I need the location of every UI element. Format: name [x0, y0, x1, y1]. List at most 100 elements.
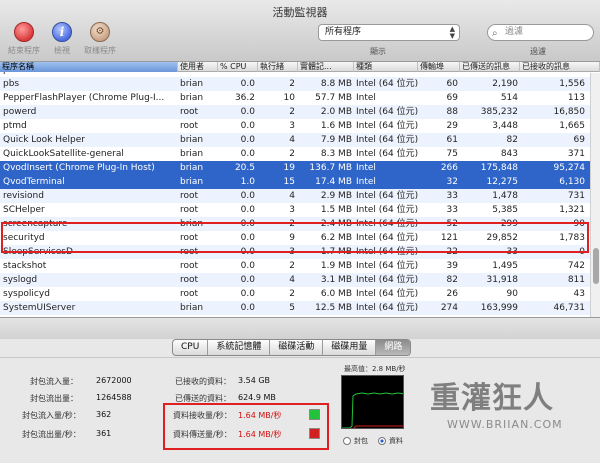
search-caption: 過濾: [530, 47, 546, 56]
data-recv-rate-value: 1.64 MB/秒: [238, 411, 282, 420]
cell-threads: 2: [289, 219, 295, 229]
cell-ports: 29: [446, 121, 458, 131]
table-row[interactable]: syslogd root 0.0 4 3.1 MB Intel (64 位元) 82 31,9…: [0, 273, 590, 287]
col-threads[interactable]: 執行緒: [258, 62, 298, 72]
sample-process-label: 取樣程序: [84, 46, 116, 55]
cell-real-memory: 1.5 MB: [320, 205, 352, 215]
cell-process-name: revisiond: [3, 191, 44, 201]
process-filter-select[interactable]: 所有程序 ▲ ▼: [318, 24, 460, 41]
cell-kind: Intel (64 位元): [356, 233, 418, 243]
cell-messages-sent: 1,478: [492, 191, 518, 201]
table-row[interactable]: QvodTerminal brian 1.0 15 17.4 MB Intel 32 12,2…: [0, 175, 590, 189]
cell-real-memory: 2.0 MB: [320, 107, 352, 117]
table-row[interactable]: SystemUIServer brian 0.0 5 12.5 MB Intel (64 …: [0, 301, 590, 315]
table-row[interactable]: SCHelper root 0.0 3 1.5 MB Intel (64 位元) 33 5,3…: [0, 203, 590, 217]
radio-data[interactable]: 資料: [378, 436, 403, 446]
table-row[interactable]: Quick Look Helper brian 0.0 4 7.9 MB Intel (6…: [0, 133, 590, 147]
cell-kind: Intel: [356, 93, 376, 103]
cell-ports: 274: [440, 303, 458, 313]
cell-messages-received: 1,783: [559, 233, 585, 243]
data-received-value: 3.54 GB: [238, 376, 271, 385]
col-real-memory[interactable]: 實體記...: [298, 62, 354, 72]
cell-ports: 82: [446, 275, 458, 285]
table-row[interactable]: revisiond root 0.0 4 2.9 MB Intel (64 位元) 33 1,…: [0, 189, 590, 203]
table-row[interactable]: pbs brian 0.0 2 8.8 MB Intel (64 位元) 60 2,190 1,…: [0, 77, 590, 91]
cell-user: brian: [180, 177, 204, 187]
toolbar: 活動監視器 結束程序 i 檢視 ⚙ 取樣程序 所有程序 ▲ ▼ 顯示 ⌕ 過濾 過…: [0, 0, 600, 62]
tab-disk-activity[interactable]: 磁碟活動: [270, 340, 324, 355]
cell-messages-received: 1,556: [559, 79, 585, 89]
cell-threads: 10: [283, 93, 295, 103]
cell-real-memory: 1.9 MB: [320, 261, 352, 271]
sent-color-swatch[interactable]: [309, 428, 320, 439]
cell-cpu: 0.0: [240, 149, 255, 159]
cell-process-name: securityd: [3, 233, 45, 243]
table-row[interactable]: screencapture brian 0.0 2 2.4 MB Intel (64 位元…: [0, 217, 590, 231]
cell-ports: 88: [446, 107, 458, 117]
packets-in-rate-value: 362: [96, 410, 112, 419]
data-sent-rate-value: 1.64 MB/秒: [238, 430, 282, 439]
cell-messages-received: 0: [579, 247, 585, 257]
cell-user: root: [180, 261, 199, 271]
cell-messages-sent: 843: [500, 149, 518, 159]
cell-process-name: QvodTerminal: [3, 177, 65, 187]
cell-messages-received: 371: [567, 149, 585, 159]
cell-user: root: [180, 289, 199, 299]
cell-kind: Intel (64 位元): [356, 191, 418, 201]
table-row[interactable]: SleepServicesD root 0.0 3 1.7 MB Intel (64 位元…: [0, 245, 590, 259]
table-header: 程序名稱 使用者 % CPU 執行緒 實體記... 種類 傳輸埠 已傳送的訊息 …: [0, 62, 600, 72]
pane-divider[interactable]: [0, 317, 600, 339]
cell-threads: 3: [289, 205, 295, 215]
cell-messages-sent: 29,852: [486, 233, 519, 243]
sample-icon: ⚙: [90, 22, 110, 42]
cell-user: root: [180, 247, 199, 257]
cell-cpu: 0.0: [240, 107, 255, 117]
cell-threads: 3: [289, 121, 295, 131]
col-kind[interactable]: 種類: [354, 62, 418, 72]
tab-disk-usage[interactable]: 磁碟用量: [323, 340, 377, 355]
cell-messages-sent: 82: [506, 135, 518, 145]
col-ports[interactable]: 傳輸埠: [418, 62, 460, 72]
table-row[interactable]: syspolicyd root 0.0 2 6.0 MB Intel (64 位元) 26 9…: [0, 287, 590, 301]
col-messages-received[interactable]: 已接收的訊息: [520, 62, 600, 72]
sample-process-button[interactable]: ⚙ 取樣程序: [78, 22, 122, 56]
table-row[interactable]: securityd root 0.0 9 6.2 MB Intel (64 位元) 121 2…: [0, 231, 590, 245]
inspect-label: 檢視: [54, 46, 70, 55]
cell-cpu: 0.0: [240, 219, 255, 229]
radio-off-icon: [343, 437, 351, 445]
cell-messages-received: 731: [567, 191, 585, 201]
process-filter-value: 所有程序: [325, 27, 362, 37]
cell-threads: 19: [283, 163, 295, 173]
table-row[interactable]: ptmd root 0.0 3 1.6 MB Intel (64 位元) 29 3,448 1,…: [0, 119, 590, 133]
scrollbar-thumb[interactable]: [593, 248, 599, 284]
cell-cpu: 0.0: [240, 79, 255, 89]
cell-messages-received: 95,274: [553, 163, 586, 173]
cell-threads: 9: [289, 233, 295, 243]
table-row[interactable]: stackshot root 0.0 2 1.9 MB Intel (64 位元) 39 1,…: [0, 259, 590, 273]
col-process-name[interactable]: 程序名稱: [0, 62, 178, 72]
col-messages-sent[interactable]: 已傳送的訊息: [460, 62, 520, 72]
radio-packets[interactable]: 封包: [343, 436, 368, 446]
tab-cpu[interactable]: CPU: [173, 340, 209, 355]
cell-threads: 3: [289, 247, 295, 257]
cell-real-memory: 3.1 MB: [320, 275, 352, 285]
search-field[interactable]: ⌕ 過濾: [487, 24, 594, 41]
network-graph: [341, 375, 404, 429]
updown-arrows-icon: ▲ ▼: [449, 25, 455, 40]
table-row[interactable]: QuickLookSatellite-general brian 0.0 2 8.3 M…: [0, 147, 590, 161]
data-received-label: 已接收的資料：: [175, 377, 231, 386]
tab-system-memory[interactable]: 系統記憶體: [208, 340, 271, 355]
network-graph-svg: [342, 392, 403, 428]
table-row[interactable]: QvodInsert (Chrome Plug-In Host) brian 20.…: [0, 161, 590, 175]
table-row[interactable]: PepperFlashPlayer (Chrome Plug-I... brian…: [0, 91, 590, 105]
table-row[interactable]: powerd root 0.0 2 2.0 MB Intel (64 位元) 88 385,2…: [0, 105, 590, 119]
cell-cpu: 0.0: [240, 261, 255, 271]
recv-color-swatch[interactable]: [309, 409, 320, 420]
tab-network[interactable]: 網路: [376, 340, 411, 355]
graph-mode-radios: 封包 資料: [343, 436, 403, 446]
cell-process-name: SCHelper: [3, 205, 45, 215]
cell-user: root: [180, 107, 199, 117]
table-scrollbar[interactable]: [590, 73, 600, 317]
col-cpu[interactable]: % CPU: [218, 62, 258, 72]
col-user[interactable]: 使用者: [178, 62, 218, 72]
